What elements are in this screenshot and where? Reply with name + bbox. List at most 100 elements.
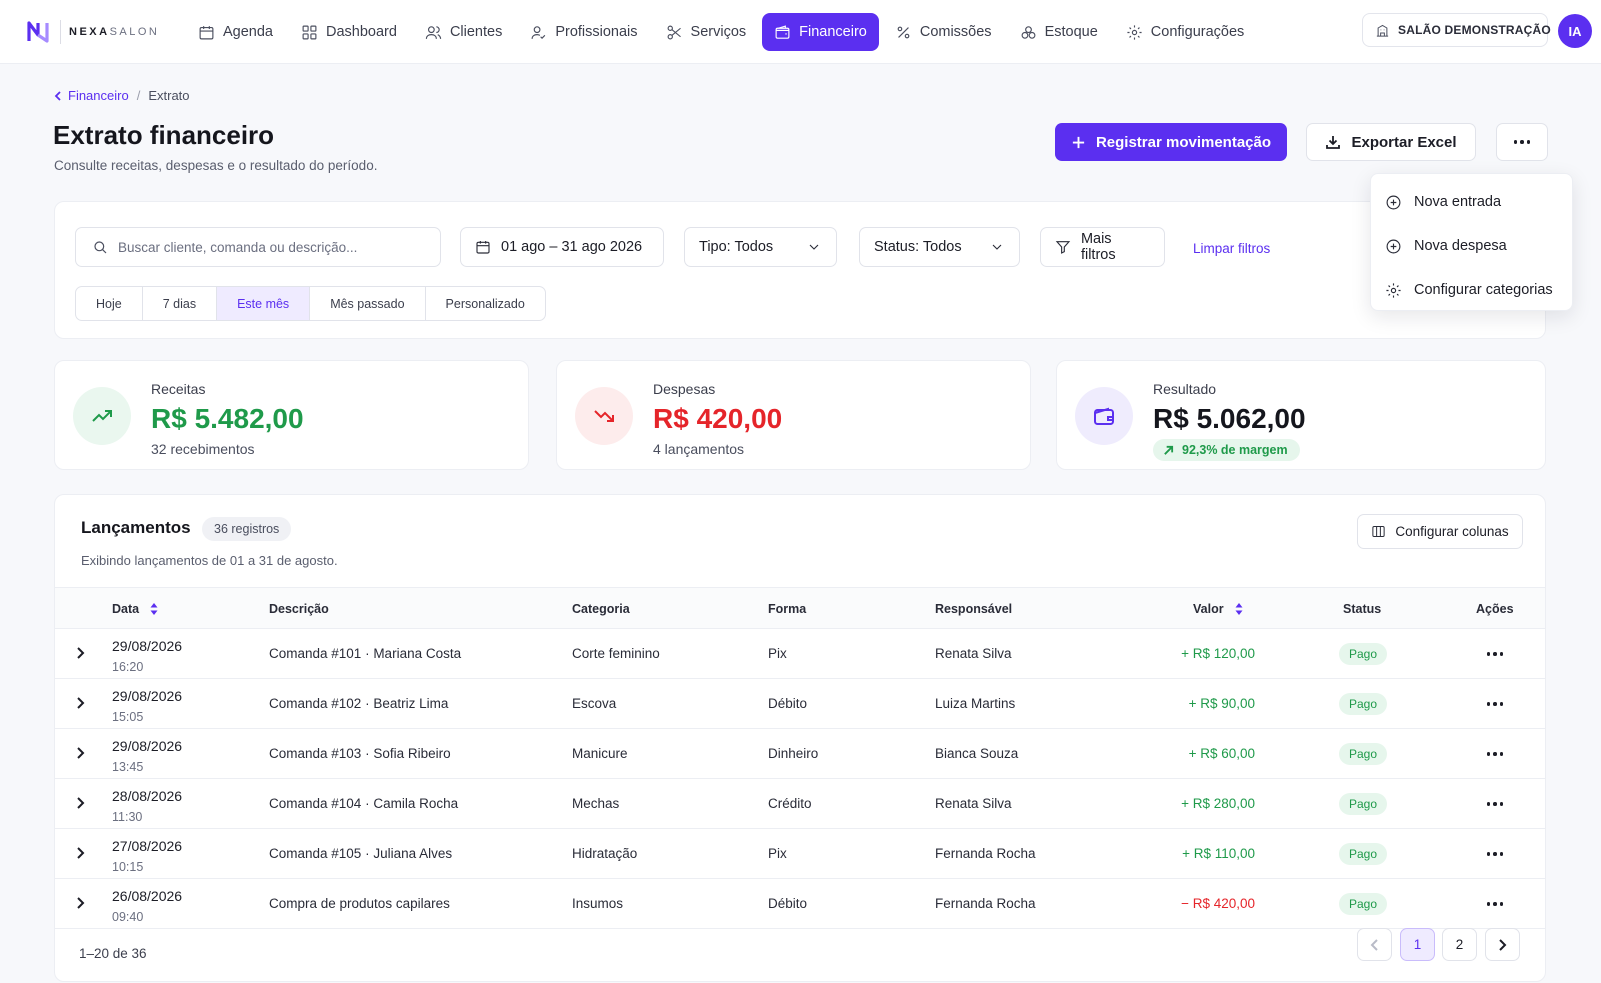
pagination-prev-button[interactable] xyxy=(1357,928,1392,961)
row-method: Débito xyxy=(768,696,808,711)
expense-value: R$ 420,00 xyxy=(653,403,783,434)
configure-columns-button[interactable]: Configurar colunas xyxy=(1357,514,1523,549)
expand-row-button[interactable] xyxy=(75,847,87,861)
period-custom[interactable]: Personalizado xyxy=(426,287,545,320)
nav-comissoes[interactable]: Comissões xyxy=(883,13,1004,51)
export-excel-button[interactable]: Exportar Excel xyxy=(1306,123,1476,161)
expand-row-button[interactable] xyxy=(75,797,87,811)
nav-agenda[interactable]: Agenda xyxy=(186,13,285,51)
period-this-month[interactable]: Este mês xyxy=(217,287,311,320)
pagination-info: 1–20 de 36 xyxy=(79,946,147,961)
register-transaction-label: Registrar movimentação xyxy=(1095,133,1272,151)
row-description: Comanda #104 · Camila Rocha xyxy=(269,796,459,811)
nav-label: Profissionais xyxy=(555,24,638,40)
register-transaction-button[interactable]: Registrar movimentação xyxy=(1055,123,1287,161)
more-actions-button[interactable] xyxy=(1496,123,1548,161)
nav-servicos[interactable]: Serviços xyxy=(654,13,759,51)
pagination-next-button[interactable] xyxy=(1485,928,1520,961)
period-7-days[interactable]: 7 dias xyxy=(143,287,218,320)
result-summary-card: Resultado R$ 5.062,00 92,3% de margem xyxy=(1056,360,1546,470)
plus-icon xyxy=(1072,136,1085,148)
pagination-page-1[interactable]: 1 xyxy=(1400,928,1435,961)
nav-configuracoes[interactable]: Configurações xyxy=(1114,13,1257,51)
calendar-icon xyxy=(199,25,214,39)
more-filters-button[interactable]: Mais filtros xyxy=(1040,227,1165,267)
row-method: Dinheiro xyxy=(768,746,819,761)
download-icon xyxy=(1326,136,1341,149)
more-icon xyxy=(1486,802,1504,806)
date-range-picker[interactable]: 01 ago – 31 ago 2026 xyxy=(460,227,664,267)
table-row[interactable]: 27/08/2026 10:15 Comanda #105 · Juliana Al… xyxy=(55,829,1545,879)
row-actions-button[interactable] xyxy=(1483,747,1507,761)
expand-row-button[interactable] xyxy=(75,647,87,661)
column-value-label: Valor xyxy=(1193,602,1224,616)
percent-icon xyxy=(897,26,910,38)
nav-dashboard[interactable]: Dashboard xyxy=(289,13,409,51)
chevron-right-icon xyxy=(77,797,85,809)
column-actions-label: Ações xyxy=(1476,602,1514,616)
nav-profissionais[interactable]: Profissionais xyxy=(518,13,649,51)
salon-selector[interactable]: SALÃO DEMONSTRAÇÃO xyxy=(1362,13,1551,47)
table-row[interactable]: 29/08/2026 13:45 Comanda #103 · Sofia Ribe… xyxy=(55,729,1545,779)
nav-estoque[interactable]: Estoque xyxy=(1008,13,1110,51)
search-placeholder: Buscar cliente, comanda ou descrição... xyxy=(118,239,358,255)
search-input[interactable]: Buscar cliente, comanda ou descrição... xyxy=(75,227,441,267)
nav-label: Clientes xyxy=(449,24,503,40)
arrow-up-right-icon xyxy=(1164,445,1174,455)
nav-clientes[interactable]: Clientes xyxy=(413,13,514,51)
status-select-value: Status: Todos xyxy=(874,239,962,255)
menu-item-new-expense[interactable]: Nova despesa xyxy=(1371,224,1572,268)
wallet-icon xyxy=(775,24,790,39)
status-select[interactable]: Status: Todos xyxy=(859,227,1020,267)
row-actions-button[interactable] xyxy=(1483,797,1507,811)
more-icon xyxy=(1486,902,1504,906)
margin-badge-label: 92,3% de margem xyxy=(1182,443,1288,457)
logo-icon xyxy=(27,21,49,43)
column-date-header[interactable]: Data xyxy=(112,602,159,616)
user-avatar[interactable]: IA xyxy=(1558,14,1592,48)
breadcrumb-parent-link[interactable]: Financeiro xyxy=(54,88,129,103)
status-badge: Pago xyxy=(1339,743,1388,765)
row-description: Comanda #101 · Mariana Costa xyxy=(269,646,462,661)
table-row[interactable]: 28/08/2026 11:30 Comanda #104 · Camila Roc… xyxy=(55,779,1545,829)
column-value-header[interactable]: Valor xyxy=(1193,602,1244,616)
expand-row-button[interactable] xyxy=(75,897,87,911)
users-icon xyxy=(425,25,442,39)
expand-row-button[interactable] xyxy=(75,697,87,711)
row-category: Manicure xyxy=(572,746,628,761)
pagination-page-2[interactable]: 2 xyxy=(1442,928,1477,961)
row-value: + R$ 110,00 xyxy=(1182,846,1255,861)
page-title: Extrato financeiro xyxy=(53,120,275,150)
row-description: Compra de produtos capilares xyxy=(269,896,450,911)
clear-filters-link[interactable]: Limpar filtros xyxy=(1193,241,1270,256)
more-filters-label: Mais filtros xyxy=(1080,231,1116,263)
type-select[interactable]: Tipo: Todos xyxy=(684,227,837,267)
menu-item-configure-categories[interactable]: Configurar categorias xyxy=(1371,268,1572,312)
row-actions-button[interactable] xyxy=(1483,647,1507,661)
row-actions-button[interactable] xyxy=(1483,697,1507,711)
type-select-value: Tipo: Todos xyxy=(699,239,774,255)
filters-card: Buscar cliente, comanda ou descrição... … xyxy=(54,201,1546,339)
period-today[interactable]: Hoje xyxy=(76,287,143,320)
filter-icon xyxy=(1055,241,1071,254)
table-row[interactable]: 26/08/2026 09:40 Compra de produtos capila… xyxy=(55,879,1545,929)
row-actions-button[interactable] xyxy=(1483,897,1507,911)
chevron-right-icon xyxy=(77,697,85,709)
column-method-header: Forma xyxy=(768,602,806,616)
expand-row-button[interactable] xyxy=(75,747,87,761)
table-row[interactable]: 29/08/2026 16:20 Comanda #101 · Mariana Co… xyxy=(55,629,1545,679)
result-value: R$ 5.062,00 xyxy=(1153,403,1306,434)
column-category-header: Categoria xyxy=(572,602,630,616)
row-time: 11:30 xyxy=(112,810,143,824)
period-last-month[interactable]: Mês passado xyxy=(310,287,426,320)
row-method: Pix xyxy=(768,846,787,861)
menu-item-label: Nova despesa xyxy=(1414,238,1507,254)
table-row[interactable]: 29/08/2026 15:05 Comanda #102 · Beatriz Li… xyxy=(55,679,1545,729)
expense-summary-card: Despesas R$ 420,00 4 lançamentos xyxy=(556,360,1031,470)
menu-item-new-income[interactable]: Nova entrada xyxy=(1371,180,1572,224)
row-actions-button[interactable] xyxy=(1483,847,1507,861)
brand-logo[interactable]: NEXASALON xyxy=(26,20,159,44)
row-date: 29/08/2026 xyxy=(112,738,183,754)
income-value: R$ 5.482,00 xyxy=(151,403,304,434)
nav-financeiro[interactable]: Financeiro xyxy=(762,13,879,51)
